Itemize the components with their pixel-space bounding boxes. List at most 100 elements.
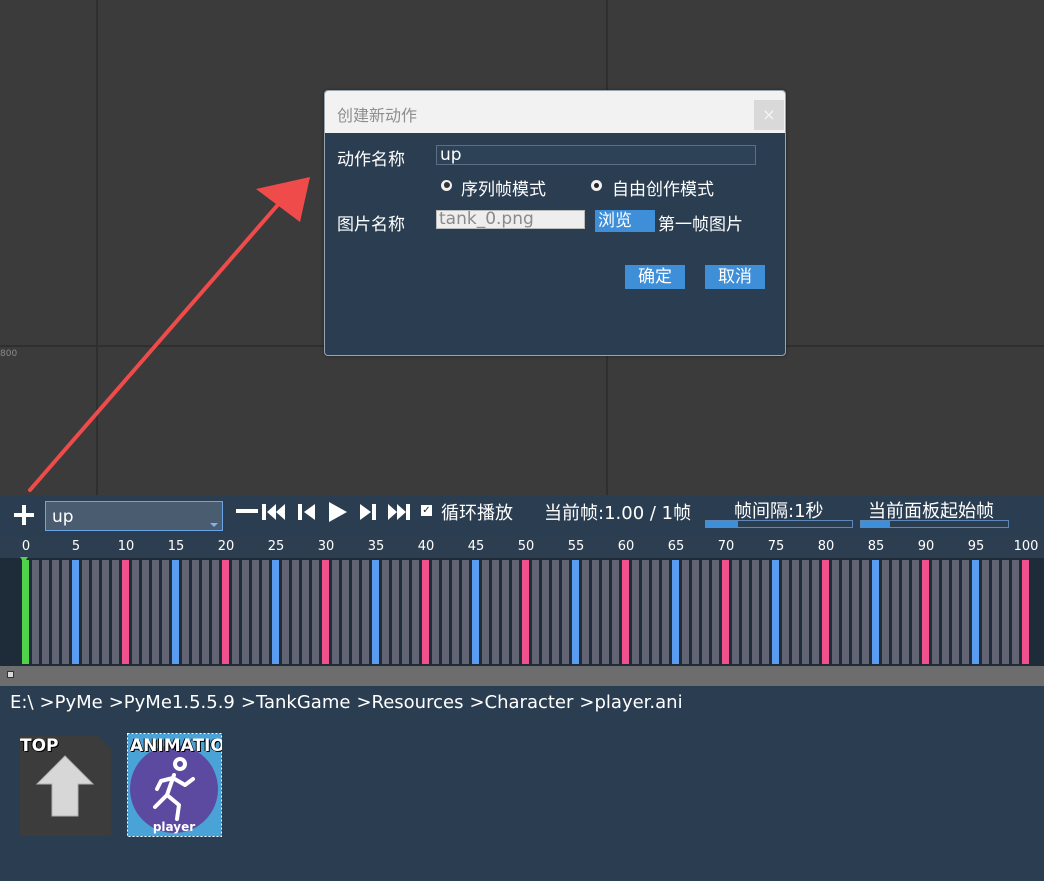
timeline-frame-cell[interactable] <box>782 560 789 664</box>
timeline-frame-cell[interactable] <box>922 560 929 664</box>
timeline-frame-cell[interactable] <box>1002 560 1009 664</box>
first-frame-icon[interactable] <box>262 502 286 522</box>
timeline-frame-cell[interactable] <box>262 560 269 664</box>
timeline-frame-cell[interactable] <box>732 560 739 664</box>
remove-icon[interactable] <box>236 509 258 515</box>
timeline-frame-cell[interactable] <box>592 560 599 664</box>
timeline-frame-cell[interactable] <box>212 560 219 664</box>
timeline-frame-cell[interactable] <box>352 560 359 664</box>
timeline-frame-cell[interactable] <box>682 560 689 664</box>
breadcrumb-item[interactable]: >TankGame <box>241 692 351 713</box>
next-frame-icon[interactable] <box>359 502 377 522</box>
panel-start-slider[interactable] <box>860 520 1009 528</box>
timeline-frame-cell[interactable] <box>552 560 559 664</box>
breadcrumb-item[interactable]: >PyMe <box>40 692 103 713</box>
timeline-frame-cell[interactable] <box>192 560 199 664</box>
cancel-button[interactable]: 取消 <box>705 265 765 289</box>
timeline-frame-cell[interactable] <box>712 560 719 664</box>
timeline-frame-cell[interactable] <box>512 560 519 664</box>
timeline-frame-cell[interactable] <box>92 560 99 664</box>
timeline-frame-cell[interactable] <box>892 560 899 664</box>
timeline-frame-cell[interactable] <box>122 560 129 664</box>
timeline-frame-cell[interactable] <box>562 560 569 664</box>
timeline-frame-cell[interactable] <box>252 560 259 664</box>
timeline-frame-cell[interactable] <box>162 560 169 664</box>
animation-file-tile[interactable]: player ANIMATIO <box>127 733 222 837</box>
browse-button[interactable]: 浏览 <box>595 210 655 232</box>
timeline-frame-cell[interactable] <box>322 560 329 664</box>
timeline-frame-cell[interactable] <box>1022 560 1029 664</box>
timeline-frame-cell[interactable] <box>142 560 149 664</box>
free-mode-radio[interactable] <box>591 180 602 191</box>
timeline-frame-cell[interactable] <box>52 560 59 664</box>
breadcrumb-item[interactable]: >player.ani <box>579 692 682 713</box>
sequence-mode-label[interactable]: 序列帧模式 <box>461 175 546 200</box>
timeline-ruler[interactable]: 0 5 10 15 20 25 30 35 40 45 50 55 60 65 70 75 80 85 90 95 10… <box>0 537 1044 558</box>
timeline-frame-cell[interactable] <box>522 560 529 664</box>
timeline-frame-cell[interactable] <box>602 560 609 664</box>
timeline-frame-cell[interactable] <box>82 560 89 664</box>
timeline-frame-cell[interactable] <box>882 560 889 664</box>
timeline-frame-cell[interactable] <box>442 560 449 664</box>
timeline-frame-cell[interactable] <box>582 560 589 664</box>
timeline-frame-cell[interactable] <box>462 560 469 664</box>
timeline-frame-cell[interactable] <box>692 560 699 664</box>
timeline-frame-cell[interactable] <box>992 560 999 664</box>
timeline-frame-cell[interactable] <box>502 560 509 664</box>
last-frame-icon[interactable] <box>387 502 411 522</box>
timeline-frame-cell[interactable] <box>912 560 919 664</box>
timeline-frame-cell[interactable] <box>202 560 209 664</box>
timeline-frame-cell[interactable] <box>952 560 959 664</box>
loop-checkbox[interactable]: ✓ <box>421 505 432 516</box>
ok-button[interactable]: 确定 <box>625 265 685 289</box>
timeline-frame-cell[interactable] <box>332 560 339 664</box>
timeline-frame-cell[interactable] <box>702 560 709 664</box>
timeline-frame-cell[interactable] <box>1012 560 1019 664</box>
timeline-frame-cell[interactable] <box>792 560 799 664</box>
timeline-frame-cell[interactable] <box>32 560 39 664</box>
timeline-frame-cell[interactable] <box>722 560 729 664</box>
timeline-frame-cell[interactable] <box>172 560 179 664</box>
timeline-frame-cell[interactable] <box>182 560 189 664</box>
timeline-frame-cell[interactable] <box>652 560 659 664</box>
play-icon[interactable] <box>328 501 348 523</box>
timeline-frame-cell[interactable] <box>362 560 369 664</box>
timeline-frame-cell[interactable] <box>742 560 749 664</box>
timeline-frame-cell[interactable] <box>102 560 109 664</box>
timeline-frame-cell[interactable] <box>842 560 849 664</box>
timeline-frame-cell[interactable] <box>752 560 759 664</box>
timeline-frame-cell[interactable] <box>982 560 989 664</box>
timeline-frame-cell[interactable] <box>762 560 769 664</box>
timeline-frame-cell[interactable] <box>772 560 779 664</box>
timeline-frame-cell[interactable] <box>472 560 479 664</box>
timeline-frame-cell[interactable] <box>72 560 79 664</box>
timeline-frame-cell[interactable] <box>372 560 379 664</box>
timeline-frame-cell[interactable] <box>612 560 619 664</box>
add-icon[interactable] <box>13 504 35 526</box>
timeline-scrollbar[interactable] <box>0 666 1044 686</box>
timeline-frame-cell[interactable] <box>872 560 879 664</box>
timeline-frame-cell[interactable] <box>852 560 859 664</box>
timeline-frame-cell[interactable] <box>222 560 229 664</box>
dialog-titlebar[interactable]: 创建新动作 × <box>325 91 785 133</box>
timeline-frame-cell[interactable] <box>392 560 399 664</box>
timeline-frame-cell[interactable] <box>432 560 439 664</box>
playhead-marker[interactable] <box>20 557 28 563</box>
timeline-frame-cell[interactable] <box>972 560 979 664</box>
timeline-frame-cell[interactable] <box>272 560 279 664</box>
action-select[interactable]: up <box>45 501 223 531</box>
timeline-frame-cell[interactable] <box>152 560 159 664</box>
image-name-input[interactable]: tank_0.png <box>436 210 585 229</box>
timeline-frame-cell[interactable] <box>962 560 969 664</box>
timeline-frame-cell[interactable] <box>302 560 309 664</box>
timeline-frame-cell[interactable] <box>932 560 939 664</box>
timeline-frame-cell[interactable] <box>942 560 949 664</box>
breadcrumb-item[interactable]: >Character <box>469 692 573 713</box>
timeline-frame-cell[interactable] <box>62 560 69 664</box>
timeline-frame-cell[interactable] <box>622 560 629 664</box>
timeline-frame-cell[interactable] <box>232 560 239 664</box>
timeline-frame-cell[interactable] <box>452 560 459 664</box>
timeline-frame-cell[interactable] <box>662 560 669 664</box>
timeline-frame-cell[interactable] <box>802 560 809 664</box>
timeline-frame-cell[interactable] <box>672 560 679 664</box>
